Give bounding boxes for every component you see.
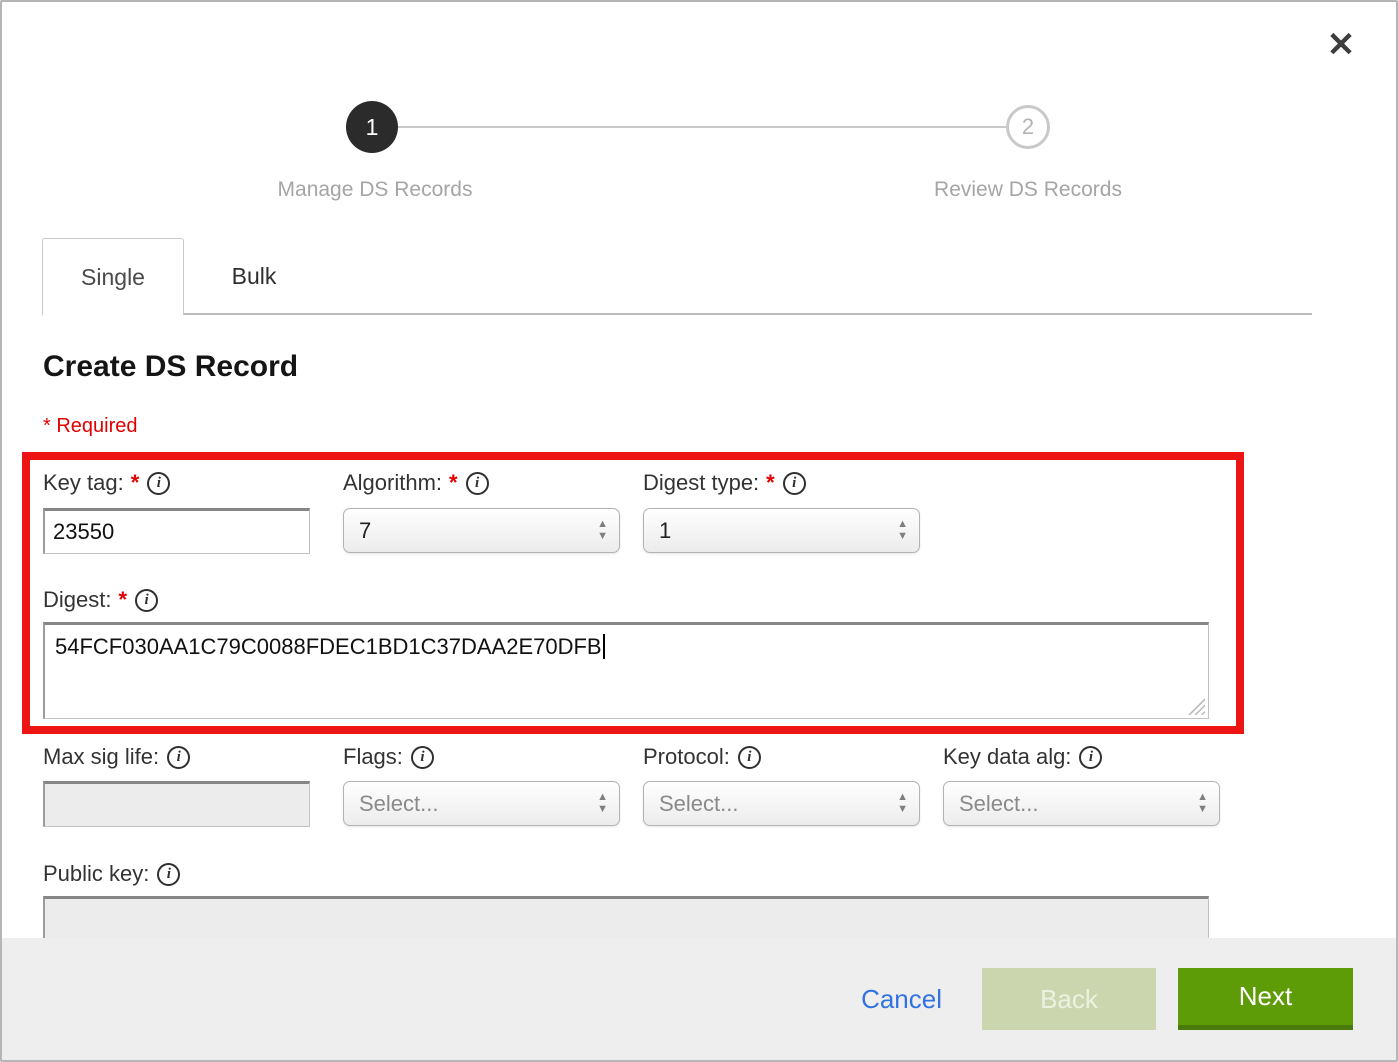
select-spinner-icon: ▲▼ [597, 519, 608, 542]
step-2-label: Review DS Records [868, 178, 1188, 202]
protocol-select[interactable]: Select... ▲▼ [643, 781, 920, 826]
info-icon[interactable]: i [466, 472, 489, 495]
digest-label: Digest: * i [43, 585, 158, 615]
digest-type-label: Digest type: * i [643, 468, 806, 498]
max-sig-life-label: Max sig life: i [43, 742, 190, 772]
algorithm-select[interactable]: 7 ▲▼ [343, 508, 620, 553]
close-icon[interactable]: ✕ [1318, 22, 1364, 68]
info-icon[interactable]: i [157, 863, 180, 886]
key-data-alg-select[interactable]: Select... ▲▼ [943, 781, 1220, 826]
algorithm-select-value: 7 [359, 518, 371, 544]
step-1-label: Manage DS Records [215, 178, 535, 202]
digest-textarea[interactable]: 54FCF030AA1C79C0088FDEC1BD1C37DAA2E70DFB [43, 622, 1209, 719]
info-icon[interactable]: i [1079, 746, 1102, 769]
public-key-label-text: Public key: [43, 861, 149, 887]
key-data-alg-label-text: Key data alg: [943, 744, 1071, 770]
flags-select[interactable]: Select... ▲▼ [343, 781, 620, 826]
key-data-alg-select-value: Select... [959, 791, 1038, 817]
tab-bulk[interactable]: Bulk [184, 238, 324, 314]
digest-required-asterisk: * [118, 587, 127, 613]
select-spinner-icon: ▲▼ [897, 792, 908, 815]
next-button[interactable]: Next [1178, 968, 1353, 1030]
tab-bar-underline [184, 313, 1312, 315]
digest-type-required-asterisk: * [766, 470, 775, 496]
modal-footer: Cancel Back Next [2, 938, 1396, 1060]
key-data-alg-label: Key data alg: i [943, 742, 1102, 772]
protocol-label: Protocol: i [643, 742, 761, 772]
step-1-circle: 1 [346, 101, 398, 153]
digest-type-select-value: 1 [659, 518, 671, 544]
resize-handle-icon[interactable] [1188, 698, 1205, 715]
digest-label-text: Digest: [43, 587, 111, 613]
step-2-circle: 2 [1006, 105, 1050, 149]
stepper-connector-line [372, 126, 1028, 128]
key-tag-label: Key tag: * i [43, 468, 170, 498]
flags-label-text: Flags: [343, 744, 403, 770]
public-key-label: Public key: i [43, 859, 180, 889]
max-sig-life-input[interactable] [43, 781, 310, 827]
key-tag-input[interactable] [43, 508, 310, 554]
flags-select-value: Select... [359, 791, 438, 817]
info-icon[interactable]: i [135, 589, 158, 612]
digest-value: 54FCF030AA1C79C0088FDEC1BD1C37DAA2E70DFB [55, 634, 602, 659]
algorithm-label-text: Algorithm: [343, 470, 442, 496]
flags-label: Flags: i [343, 742, 434, 772]
algorithm-label: Algorithm: * i [343, 468, 489, 498]
select-spinner-icon: ▲▼ [897, 519, 908, 542]
protocol-select-value: Select... [659, 791, 738, 817]
protocol-label-text: Protocol: [643, 744, 730, 770]
text-caret [603, 634, 605, 659]
tab-single[interactable]: Single [42, 238, 184, 315]
info-icon[interactable]: i [411, 746, 434, 769]
select-spinner-icon: ▲▼ [597, 792, 608, 815]
select-spinner-icon: ▲▼ [1197, 792, 1208, 815]
page-title: Create DS Record [43, 350, 298, 384]
digest-type-select[interactable]: 1 ▲▼ [643, 508, 920, 553]
cancel-button[interactable]: Cancel [861, 984, 942, 1015]
digest-type-label-text: Digest type: [643, 470, 759, 496]
algorithm-required-asterisk: * [449, 470, 458, 496]
required-note: * Required [43, 415, 138, 438]
info-icon[interactable]: i [783, 472, 806, 495]
key-tag-label-text: Key tag: [43, 470, 124, 496]
max-sig-life-label-text: Max sig life: [43, 744, 159, 770]
info-icon[interactable]: i [738, 746, 761, 769]
info-icon[interactable]: i [147, 472, 170, 495]
key-tag-required-asterisk: * [131, 470, 140, 496]
info-icon[interactable]: i [167, 746, 190, 769]
back-button[interactable]: Back [982, 968, 1156, 1030]
